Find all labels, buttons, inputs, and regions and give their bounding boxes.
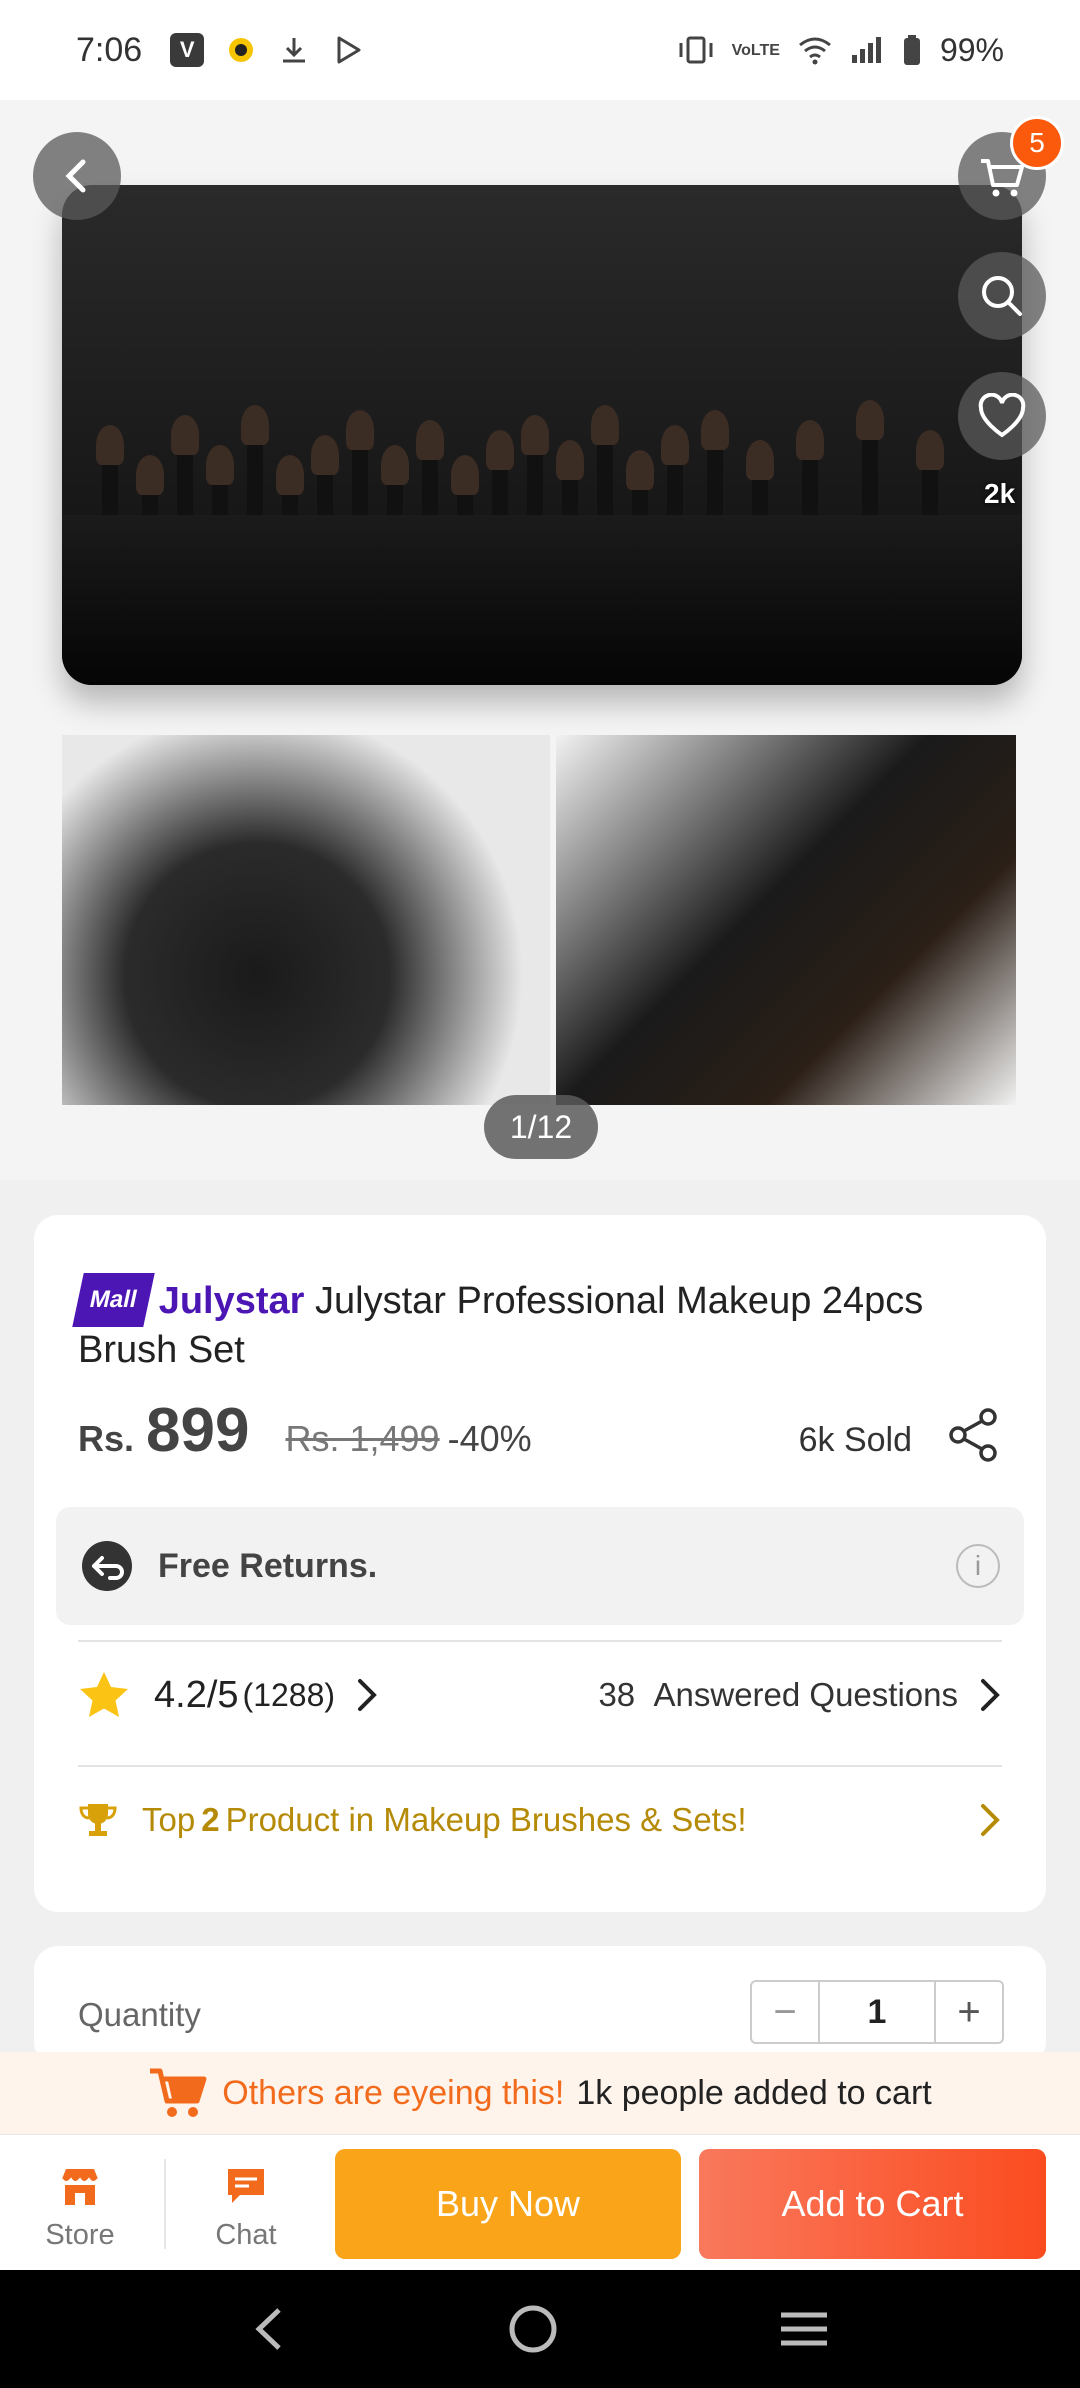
trophy-icon [79, 1804, 117, 1836]
bottom-action-bar: Store Chat Buy Now Add to Cart [0, 2134, 1080, 2270]
tab-separator [164, 2159, 166, 2249]
price-row: Rs. 899 Rs. 1,499 -40% 6k Sold [78, 1395, 1002, 1475]
store-tab[interactable]: Store [20, 2165, 140, 2252]
answered-questions-link[interactable]: 38 Answered Questions [598, 1676, 1002, 1714]
eyeshadow-brushes-closeup-image [556, 735, 1016, 1105]
nav-home-icon[interactable] [506, 2302, 560, 2356]
rating-score[interactable]: 4.2/5 [154, 1674, 239, 1717]
quantity-label: Quantity [78, 1996, 201, 2033]
chevron-right-icon [981, 1804, 1000, 1836]
current-price: 899 [146, 1396, 250, 1465]
eyeing-highlight: Others are eyeing this! [222, 2073, 565, 2112]
battery-icon [903, 35, 920, 65]
chat-app-icon [229, 38, 254, 62]
return-arrow-icon [82, 1541, 132, 1591]
search-icon [982, 276, 1022, 316]
sold-count: 6k Sold [798, 1421, 912, 1459]
volte-icon: VoLTE [731, 41, 780, 59]
chat-tab[interactable]: Chat [186, 2165, 306, 2252]
chevron-right-icon[interactable] [355, 1677, 379, 1713]
free-returns-label: Free Returns. [158, 1546, 378, 1585]
others-eyeing-banner: Others are eyeing this! 1k people added … [0, 2052, 1080, 2134]
store-icon [61, 2169, 99, 2205]
nav-recents-icon[interactable] [777, 2307, 831, 2351]
vibrate-icon [679, 36, 713, 64]
info-icon[interactable]: i [956, 1544, 1000, 1588]
wifi-icon [799, 37, 831, 65]
mall-badge: Mall [72, 1273, 155, 1327]
cart-icon [150, 2068, 207, 2117]
back-button[interactable] [33, 132, 121, 220]
chevron-left-icon [65, 159, 86, 193]
top-rank: 2 [201, 1801, 220, 1838]
product-image-gallery[interactable]: 5 2k 1/12 [0, 100, 1080, 1180]
nav-back-icon[interactable] [249, 2304, 289, 2354]
status-bar: 7:06 V VoLTE 99% [0, 0, 1080, 100]
cart-count-badge: 5 [1010, 116, 1064, 170]
fan-brush-closeup-image [62, 735, 550, 1105]
top-product-text: Top 2 Product in Makeup Brushes & Sets! [142, 1801, 747, 1838]
original-price: Rs. 1,499 [285, 1418, 440, 1459]
chat-label: Chat [215, 2219, 277, 2251]
quantity-card: Quantity − 1 + [34, 1946, 1046, 2066]
quantity-stepper: − 1 + [750, 1980, 1004, 2044]
brush-roll-image [62, 185, 1022, 685]
rating-row: 4.2/5 (1288) 38 Answered Questions [78, 1635, 1002, 1755]
buy-now-button[interactable]: Buy Now [335, 2149, 681, 2259]
download-icon [283, 38, 306, 63]
add-to-cart-button[interactable]: Add to Cart [699, 2149, 1046, 2259]
store-name-link[interactable]: Julystar [159, 1280, 305, 1322]
play-store-icon [337, 36, 361, 64]
top-product-banner[interactable]: Top 2 Product in Makeup Brushes & Sets! [78, 1770, 1002, 1870]
quantity-value[interactable]: 1 [818, 1982, 936, 2042]
status-time: 7:06 [76, 30, 143, 69]
share-icon[interactable] [946, 1407, 1002, 1463]
wishlist-button[interactable] [958, 372, 1046, 460]
free-returns-banner[interactable]: Free Returns. i [56, 1507, 1024, 1625]
divider [78, 1765, 1002, 1767]
chat-icon [228, 2169, 264, 2203]
price-currency: Rs. [78, 1418, 135, 1459]
eyeing-count: 1k people added to cart [576, 2073, 932, 2112]
answered-count: 38 [598, 1676, 636, 1713]
chevron-right-icon [981, 1679, 1000, 1711]
store-label: Store [45, 2219, 115, 2251]
image-pager-indicator: 1/12 [484, 1095, 598, 1159]
v-app-icon: V [170, 33, 205, 67]
quantity-increase-button[interactable]: + [936, 1982, 1002, 2042]
product-title-block: Mall Julystar Julystar Professional Makeu… [72, 1273, 986, 1373]
answered-label: Answered Questions [653, 1676, 959, 1713]
rating-count[interactable]: (1288) [243, 1677, 336, 1714]
discount-percent: -40% [447, 1418, 532, 1459]
star-icon [80, 1672, 128, 1717]
heart-icon [978, 393, 1026, 438]
product-info-card: Mall Julystar Julystar Professional Makeu… [34, 1215, 1046, 1912]
signal-icon [851, 37, 881, 63]
search-button[interactable] [958, 252, 1046, 340]
wishlist-count: 2k [984, 478, 1016, 509]
battery-level: 99% [939, 31, 1004, 68]
quantity-decrease-button[interactable]: − [752, 1982, 818, 2042]
system-navigation-bar [0, 2270, 1080, 2388]
